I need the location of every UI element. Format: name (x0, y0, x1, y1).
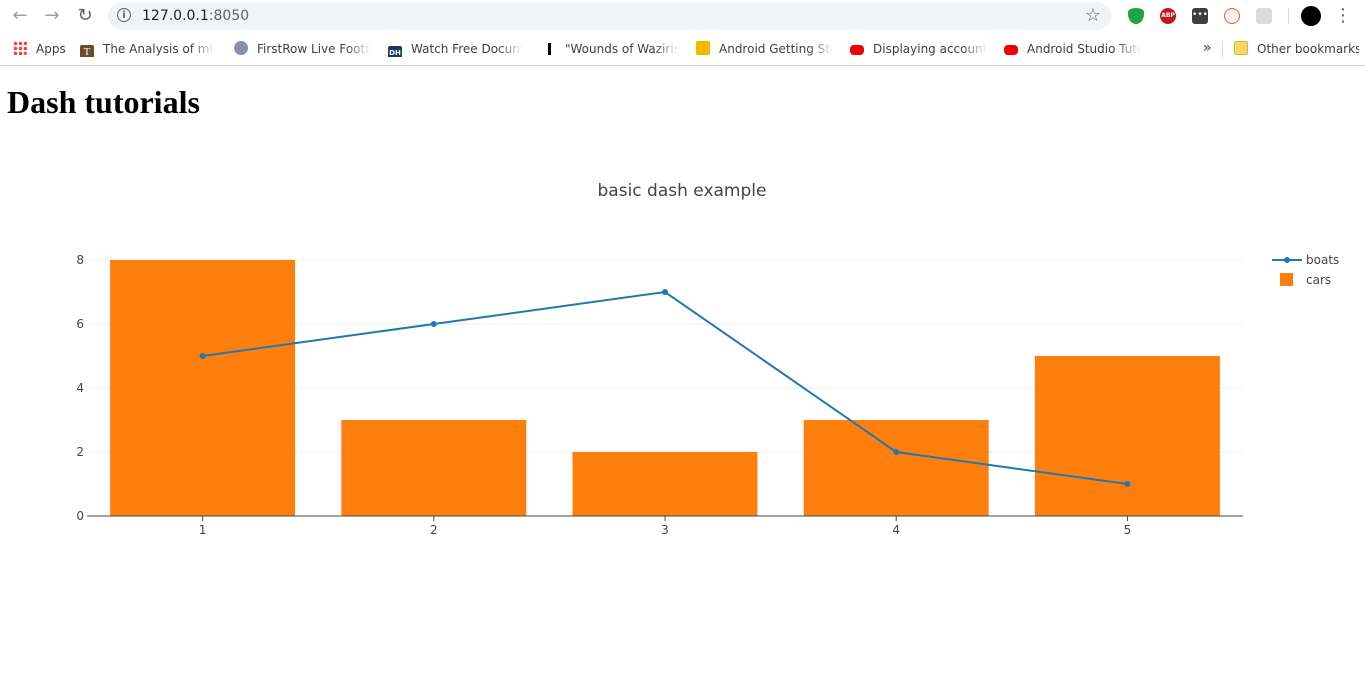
line-point-5 (1124, 481, 1131, 487)
bookmark-android-studio-tutorial[interactable]: Android Studio Tutor (1004, 41, 1141, 57)
apps-grid-icon (13, 41, 27, 55)
dh-icon: DH (388, 46, 402, 57)
bookmarks-bar: Apps TThe Analysis of mind, FirstRow Liv… (0, 33, 1365, 66)
bar-line-chart: basic dash example 0 2 4 6 8 1 2 3 4 5 boats cars (76, 181, 1339, 537)
folder-icon (1234, 41, 1248, 55)
legend-label-cars: cars (1306, 273, 1331, 287)
y-tick-label: 0 (76, 509, 84, 523)
bar-5 (1034, 356, 1220, 516)
url-port: :8050 (208, 8, 250, 24)
t-logo-icon: T (80, 45, 94, 57)
youtube-icon (850, 45, 864, 55)
bar-2 (341, 420, 527, 516)
bookmark-analysis-of-mind[interactable]: TThe Analysis of mind, (80, 41, 215, 57)
y-tick-label: 2 (76, 445, 84, 459)
line-point-1 (199, 353, 206, 359)
back-arrow-icon[interactable]: ← (9, 6, 31, 26)
browser-toolbar: ← → ↻ i 127.0.0.1:8050 ☆ ABP ••• ⋮ (0, 0, 1365, 33)
chart-title: basic dash example (598, 181, 767, 201)
bookmark-firstrow[interactable]: FirstRow Live Footbal (234, 41, 371, 57)
bookmarks-divider (1222, 41, 1223, 57)
line-point-3 (662, 289, 668, 295)
info-icon[interactable]: i (117, 8, 131, 22)
brave-extension-icon[interactable] (1224, 8, 1240, 24)
x-tick-label: 2 (430, 523, 438, 537)
menu-dots-icon[interactable]: ⋮ (1334, 6, 1352, 26)
youtube-icon (1004, 45, 1018, 55)
dots-extension-icon[interactable]: ••• (1192, 8, 1208, 24)
shield-extension-icon[interactable] (1128, 8, 1144, 24)
bar-3 (572, 452, 758, 516)
x-tick-label: 1 (199, 523, 207, 537)
legend[interactable]: boats cars (1272, 253, 1339, 287)
bar-4 (803, 420, 989, 516)
bookmark-watch-free-documentaries[interactable]: DHWatch Free Documen (388, 41, 523, 57)
statue-icon (542, 41, 556, 55)
reader-extension-icon[interactable] (1256, 8, 1272, 24)
bookmark-wounds-of-waziristan[interactable]: "Wounds of Wazirista (542, 41, 679, 57)
x-tick-label: 3 (661, 523, 669, 537)
url-text[interactable]: 127.0.0.1:8050 (142, 8, 249, 24)
forward-arrow-icon[interactable]: → (41, 6, 63, 26)
x-tick-label: 5 (1124, 523, 1132, 537)
legend-label-boats: boats (1306, 253, 1339, 267)
bookmark-android-getting-started[interactable]: Android Getting Start (696, 41, 833, 57)
line-point-2 (430, 321, 437, 327)
toolbar-divider (1288, 8, 1289, 24)
bar-1 (110, 260, 296, 516)
x-tick-label: 4 (892, 523, 900, 537)
page-title: Dash tutorials (7, 84, 200, 120)
line-point-4 (893, 449, 900, 455)
bookmark-apps[interactable]: Apps (13, 41, 73, 57)
y-tick-label: 4 (76, 381, 84, 395)
reload-icon[interactable]: ↻ (74, 6, 96, 26)
other-bookmarks[interactable]: Other bookmarks (1234, 41, 1359, 57)
legend-bar-swatch (1280, 273, 1293, 286)
bookmarks-overflow-button[interactable]: » (1203, 41, 1215, 57)
star-icon[interactable]: ☆ (1085, 5, 1101, 26)
firstrow-icon (234, 41, 248, 55)
y-tick-label: 8 (76, 253, 84, 267)
url-host: 127.0.0.1 (142, 8, 209, 24)
y-tick-label: 6 (76, 317, 84, 331)
adblock-extension-icon[interactable]: ABP (1160, 8, 1176, 24)
bookmark-displaying-account[interactable]: Displaying account d (850, 41, 987, 57)
android-icon (696, 41, 710, 55)
address-bar[interactable]: i 127.0.0.1:8050 ☆ (108, 2, 1111, 30)
profile-avatar[interactable] (1301, 6, 1321, 26)
legend-line-marker (1284, 257, 1290, 263)
